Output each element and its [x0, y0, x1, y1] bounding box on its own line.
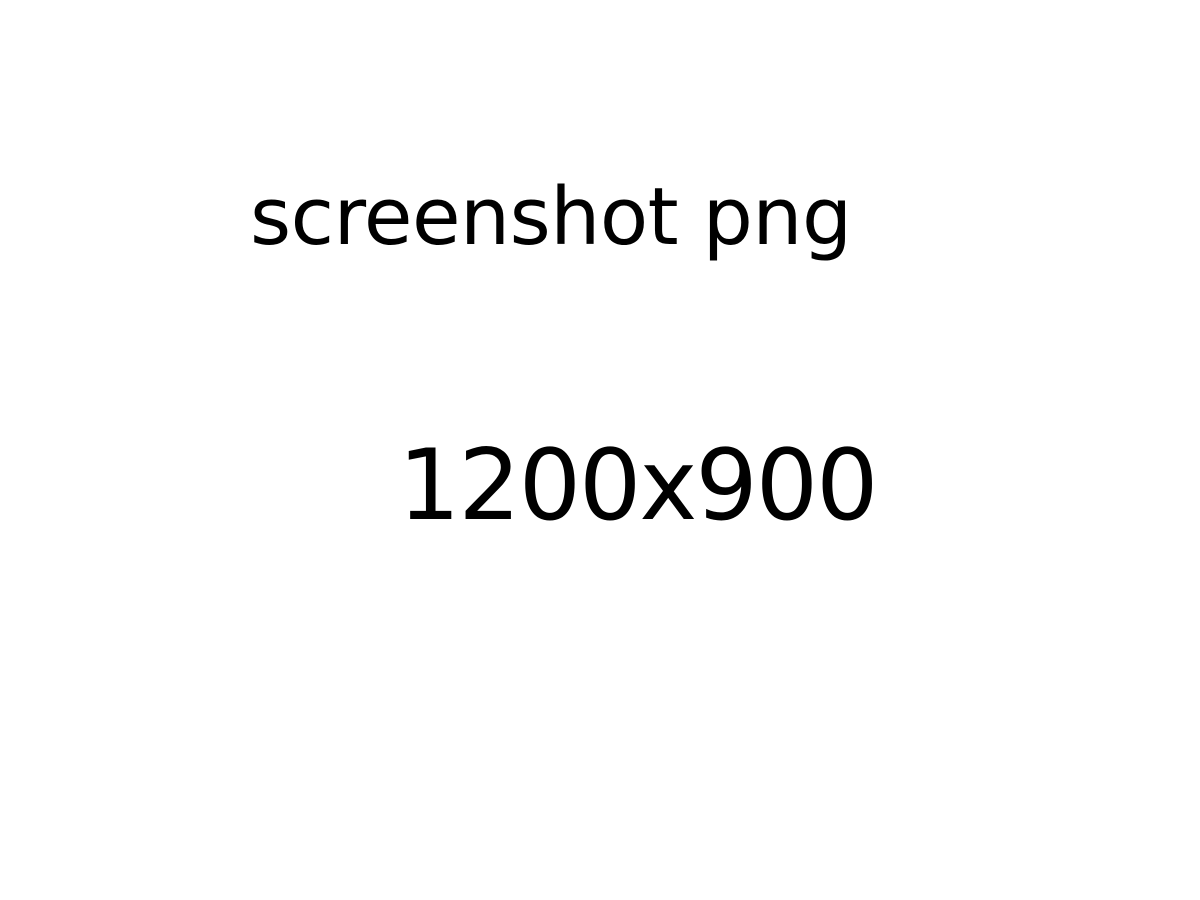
placeholder-canvas: screenshot png 1200x900 — [0, 0, 1200, 900]
placeholder-caption: screenshot png — [250, 171, 852, 263]
placeholder-dimensions: 1200x900 — [398, 429, 878, 543]
